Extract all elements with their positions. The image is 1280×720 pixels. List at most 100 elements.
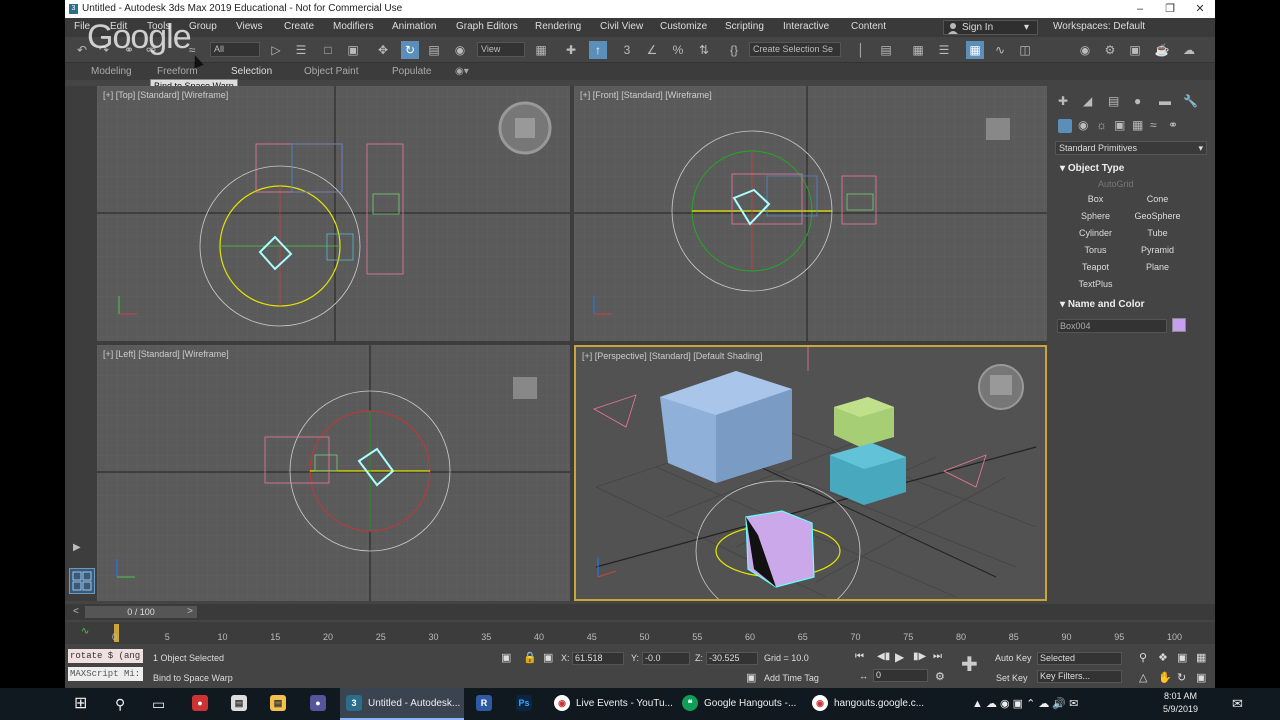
lock-icon[interactable]: 🔒 — [523, 651, 537, 664]
cameras-icon[interactable]: ▣ — [1114, 118, 1125, 132]
layer-explorer-icon[interactable]: ☰ — [935, 41, 953, 59]
workspaces-selector[interactable]: Workspaces: Default — [1053, 21, 1145, 32]
absolute-mode-icon[interactable]: ▣ — [543, 651, 553, 664]
edit-named-selection-icon[interactable]: {} — [725, 41, 743, 59]
spinner-snap-icon[interactable]: ⇅ — [695, 41, 713, 59]
render-cloud-icon[interactable]: ☁ — [1180, 41, 1198, 59]
maximize-viewport-icon[interactable]: ▣ — [1196, 671, 1206, 684]
systems-icon[interactable]: ⚭ — [1168, 118, 1178, 132]
viewport-label[interactable]: [+] [Perspective] [Standard] [Default Sh… — [582, 351, 762, 361]
pan-icon[interactable]: ✋ — [1158, 671, 1172, 684]
taskbar-hangouts[interactable]: ❝ Google Hangouts -... — [676, 688, 800, 720]
render-setup-icon[interactable]: ⚙ — [1101, 41, 1119, 59]
taskbar-hangouts-chrome[interactable]: ◉ hangouts.google.c... — [806, 688, 930, 720]
current-frame-field[interactable]: 0 — [873, 669, 928, 682]
percent-snap-icon[interactable]: % — [669, 41, 687, 59]
rendered-frame-window-icon[interactable]: ▣ — [1126, 41, 1144, 59]
window-crossing-icon[interactable]: ▣ — [344, 41, 362, 59]
time-slider[interactable]: < 0 / 100 > — [65, 604, 1215, 620]
viewport-top[interactable]: [+] [Top] [Standard] [Wireframe] — [97, 86, 570, 341]
name-color-header[interactable]: ▾ Name and Color — [1060, 299, 1145, 310]
minimize-button[interactable]: – — [1125, 1, 1155, 17]
curve-editor-mini-icon[interactable]: ∿ — [81, 626, 89, 637]
align-icon[interactable]: ▤ — [877, 41, 895, 59]
notifications-icon[interactable]: ✉ — [1232, 688, 1243, 720]
previous-frame-icon[interactable]: ◀▮ — [877, 651, 890, 662]
keyboard-shortcut-override-icon[interactable]: ↑ — [589, 41, 607, 59]
helpers-icon[interactable]: ▦ — [1132, 118, 1143, 132]
set-key-big-icon[interactable]: ✚ — [961, 652, 978, 677]
time-slider-thumb[interactable]: 0 / 100 — [85, 606, 197, 618]
menu-modifiers[interactable]: Modifiers — [333, 21, 374, 32]
x-coordinate-field[interactable]: 61.518 — [572, 652, 624, 665]
material-editor-icon[interactable]: ◉ — [1076, 41, 1094, 59]
task-view-icon[interactable]: ▭ — [152, 688, 165, 720]
expand-arrow-icon[interactable]: ▶ — [73, 542, 81, 553]
app-icon-2[interactable]: ▤ — [231, 688, 253, 720]
system-tray-icons[interactable]: ▲ ☁ ◉ ▣ ⌃ ☁ 🔊 ✉ — [972, 688, 1078, 720]
key-mode-icon[interactable]: ↔ — [859, 671, 868, 681]
close-button[interactable]: ✕ — [1185, 1, 1215, 17]
schematic-view-icon[interactable]: ◫ — [1016, 41, 1034, 59]
select-by-name-icon[interactable]: ☰ — [292, 41, 310, 59]
viewport-label[interactable]: [+] [Left] [Standard] [Wireframe] — [103, 349, 229, 359]
autogrid-checkbox[interactable]: AutoGrid — [1098, 179, 1134, 189]
viewport-perspective[interactable]: [+] [Perspective] [Standard] [Default Sh… — [574, 345, 1047, 601]
tab-object-paint[interactable]: Object Paint — [304, 66, 358, 77]
hierarchy-tab-icon[interactable]: ▤ — [1108, 94, 1119, 108]
revit-icon[interactable]: R — [476, 688, 498, 720]
key-mode-dropdown[interactable]: Selected — [1037, 652, 1122, 665]
utilities-tab-icon[interactable]: 🔧 — [1183, 94, 1198, 108]
track-bar[interactable]: ∿ 0 5 10 15 20 25 30 35 40 45 50 55 60 65 70 75 80 85 90 95… — [65, 622, 1215, 644]
restore-button[interactable]: ❐ — [1155, 1, 1185, 17]
menu-views[interactable]: Views — [236, 21, 263, 32]
display-tab-icon[interactable]: ▬ — [1159, 94, 1171, 108]
select-manipulate-icon[interactable]: ✚ — [562, 41, 580, 59]
viewport-label[interactable]: [+] [Front] [Standard] [Wireframe] — [580, 90, 712, 100]
zoom-icon[interactable]: ⚲ — [1139, 651, 1147, 664]
selection-filter-dropdown[interactable]: All — [210, 42, 260, 57]
box-button[interactable]: Box — [1068, 192, 1123, 206]
photoshop-icon[interactable]: Ps — [516, 688, 538, 720]
pivot-center-icon[interactable]: ▦ — [532, 41, 550, 59]
menu-customize[interactable]: Customize — [660, 21, 707, 32]
maxscript-mini-listener[interactable]: MAXScript Mi: — [68, 667, 143, 681]
place-icon[interactable]: ◉ — [451, 41, 469, 59]
time-configuration-icon[interactable]: ⚙ — [935, 670, 945, 683]
menu-civil-view[interactable]: Civil View — [600, 21, 643, 32]
ribbon-options-icon[interactable]: ◉▾ — [455, 66, 469, 77]
menu-animation[interactable]: Animation — [392, 21, 436, 32]
geosphere-button[interactable]: GeoSphere — [1130, 209, 1185, 223]
menu-graph-editors[interactable]: Graph Editors — [456, 21, 518, 32]
go-to-end-icon[interactable]: ⏭ — [933, 651, 942, 662]
select-object-icon[interactable]: ▷ — [267, 41, 285, 59]
sign-in-dropdown[interactable]: Sign In ▾ — [943, 20, 1038, 35]
reference-coordinate-dropdown[interactable]: View — [477, 42, 525, 57]
key-filters-button[interactable]: Key Filters... — [1037, 670, 1122, 683]
maxscript-listener-line[interactable]: rotate $ (ang — [68, 649, 143, 663]
menu-group[interactable]: Group — [189, 21, 217, 32]
time-tag-icon[interactable]: ▣ — [746, 671, 756, 684]
z-coordinate-field[interactable]: -30.525 — [706, 652, 758, 665]
space-warps-icon[interactable]: ≈ — [1150, 118, 1157, 132]
next-frame-icon[interactable]: ▮▶ — [913, 651, 926, 662]
field-of-view-icon[interactable]: △ — [1139, 671, 1147, 684]
object-category-dropdown[interactable]: Standard Primitives ▾ — [1055, 141, 1207, 155]
viewport-layout-icon[interactable] — [69, 568, 95, 594]
create-tab-icon[interactable]: ✚ — [1058, 94, 1068, 108]
cylinder-button[interactable]: Cylinder — [1068, 226, 1123, 240]
shapes-icon[interactable]: ◉ — [1078, 118, 1088, 132]
tab-freeform[interactable]: Freeform — [157, 66, 198, 77]
cone-button[interactable]: Cone — [1130, 192, 1185, 206]
torus-button[interactable]: Torus — [1068, 243, 1123, 257]
render-production-icon[interactable]: ☕ — [1153, 41, 1171, 59]
viewport-front[interactable]: [+] [Front] [Standard] [Wireframe] — [574, 86, 1047, 341]
menu-scripting[interactable]: Scripting — [725, 21, 764, 32]
geometry-icon[interactable] — [1058, 119, 1072, 133]
menu-content[interactable]: Content — [851, 21, 886, 32]
object-type-header[interactable]: ▾ Object Type — [1060, 163, 1124, 174]
zoom-extents-all-icon[interactable]: ▦ — [1196, 651, 1206, 664]
named-selection-set-dropdown[interactable]: Create Selection Se — [749, 42, 841, 57]
scene-explorer-icon[interactable]: ▦ — [909, 41, 927, 59]
play-icon[interactable]: ▶ — [895, 650, 904, 664]
